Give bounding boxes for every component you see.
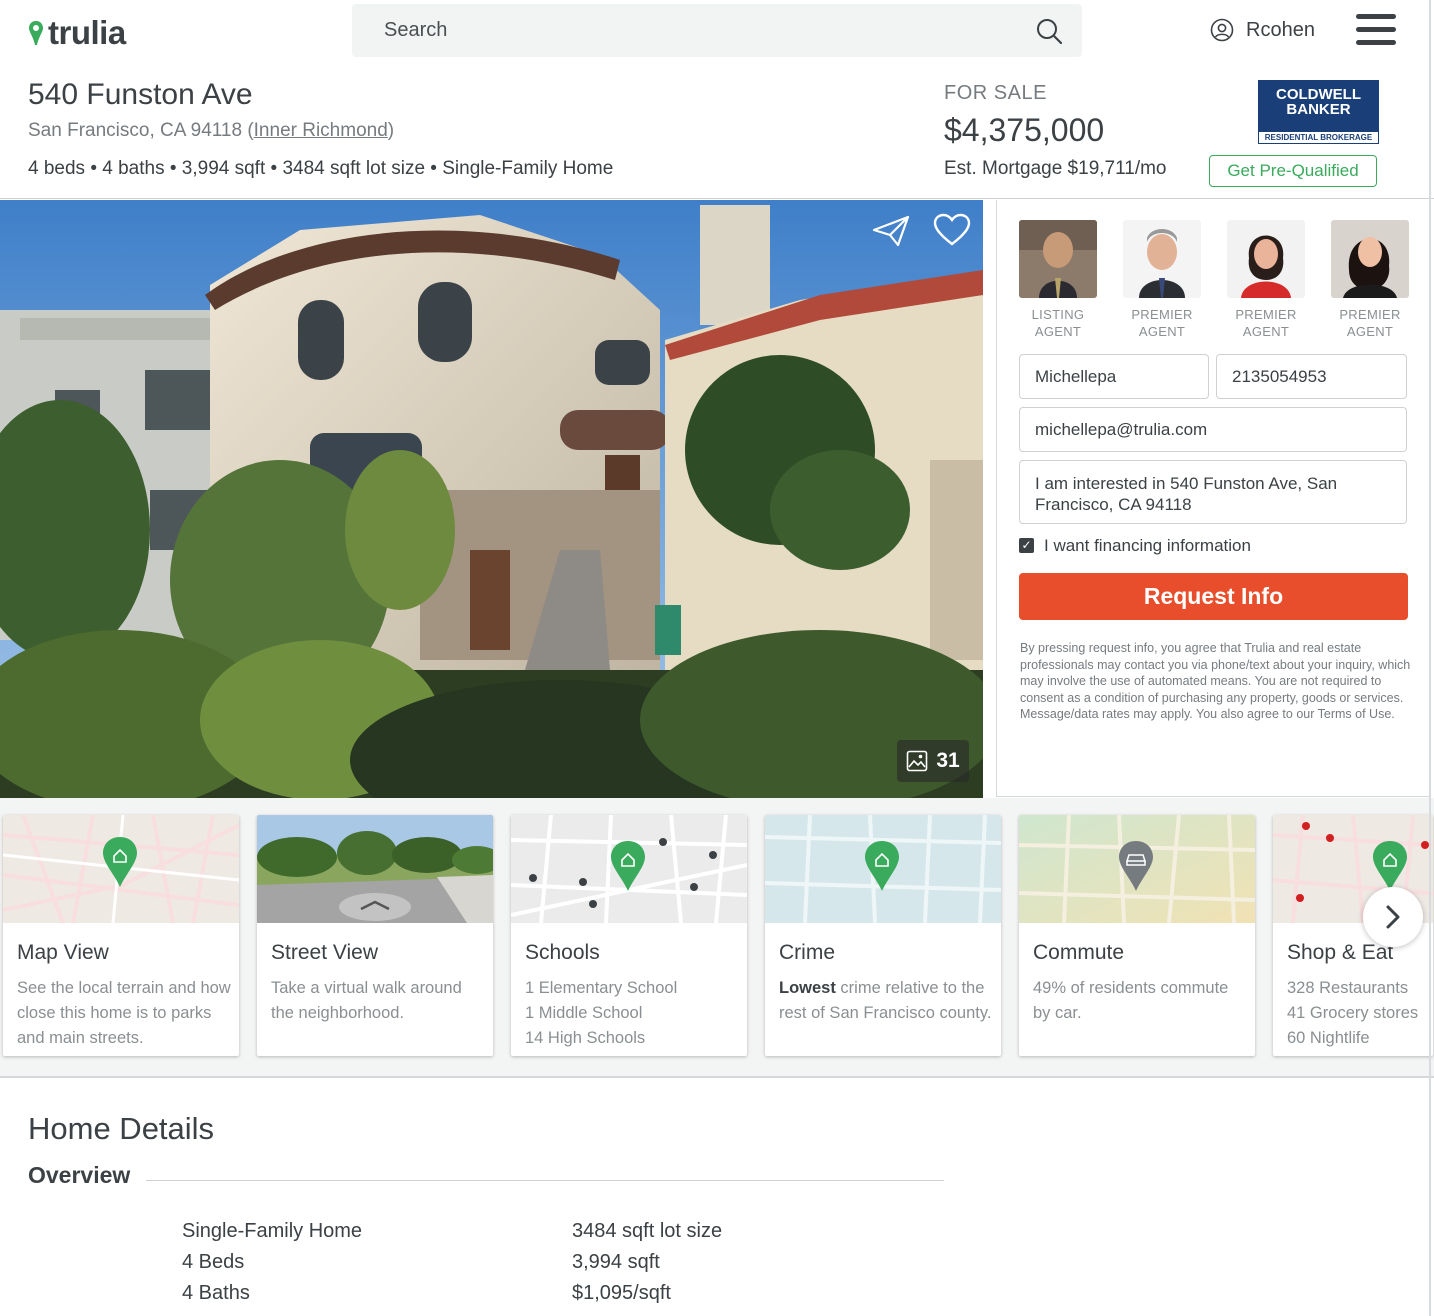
listing-status: FOR SALE xyxy=(944,82,1047,104)
share-icon[interactable] xyxy=(871,214,911,248)
agent-photo xyxy=(1331,220,1409,298)
name-field[interactable]: Michellepa xyxy=(1019,354,1209,399)
message-textarea[interactable]: I am interested in 540 Funston Ave, San … xyxy=(1019,460,1407,524)
heart-favorite-icon[interactable] xyxy=(933,213,971,247)
home-details-heading: Home Details xyxy=(28,1111,215,1146)
logo-text: trulia xyxy=(48,14,126,51)
overview-item: 4 Beds xyxy=(182,1251,245,1273)
search-bar[interactable]: Search xyxy=(352,4,1082,57)
card-description: 1 Elementary School 1 Middle School 14 H… xyxy=(525,979,678,1047)
schools-map-thumbnail xyxy=(511,815,747,923)
street-view-thumbnail xyxy=(257,815,493,923)
card-description: Take a virtual walk around the neighborh… xyxy=(271,979,462,1022)
overview-item: 4 Baths xyxy=(182,1282,250,1304)
financing-checkbox[interactable]: ✓ xyxy=(1019,538,1034,553)
agent-card[interactable]: PREMIER AGENT xyxy=(1227,220,1305,340)
house-photo xyxy=(0,200,983,798)
map-thumbnail xyxy=(3,815,239,923)
property-photo[interactable]: 31 xyxy=(0,200,983,798)
user-account[interactable]: Rcohen xyxy=(1210,18,1315,42)
commute-card[interactable]: Commute 49% of residents commute by car. xyxy=(1019,815,1255,1056)
card-description: 49% of residents commute by car. xyxy=(1033,979,1229,1022)
crime-map-thumbnail xyxy=(765,815,1001,923)
agent-photo xyxy=(1123,220,1201,298)
phone-field[interactable]: 2135054953 xyxy=(1216,354,1407,399)
search-icon[interactable] xyxy=(1034,16,1064,46)
page-border xyxy=(1429,0,1431,1316)
chevron-right-icon xyxy=(1386,905,1400,929)
agent-card[interactable]: LISTING AGENT xyxy=(1019,220,1097,340)
legal-disclaimer: By pressing request info, you agree that… xyxy=(1020,641,1411,721)
search-input[interactable]: Search xyxy=(384,19,447,42)
agent-photo xyxy=(1019,220,1097,298)
card-description: Lowest crime relative to the rest of San… xyxy=(779,979,992,1022)
property-facts: 4 beds • 4 baths • 3,994 sqft • 3484 sqf… xyxy=(28,158,614,179)
financing-checkbox-label: I want financing information xyxy=(1044,536,1251,555)
commute-map-thumbnail xyxy=(1019,815,1255,923)
listing-price: $4,375,000 xyxy=(944,112,1105,148)
divider xyxy=(0,198,1434,199)
gallery-icon xyxy=(907,750,928,772)
location-pin-icon xyxy=(29,21,43,45)
property-city: San Francisco, CA 94118 (Inner Richmond) xyxy=(28,120,395,141)
user-avatar-icon xyxy=(1210,18,1234,42)
overview-column-right: 3484 sqft lot size 3,994 sqft $1,095/sqf… xyxy=(572,1216,722,1309)
card-description: See the local terrain and how close this… xyxy=(17,979,231,1047)
get-prequalified-button[interactable]: Get Pre-Qualified xyxy=(1209,155,1377,187)
card-title: Commute xyxy=(1033,941,1125,964)
divider xyxy=(146,1180,944,1181)
schools-card[interactable]: Schools 1 Elementary School 1 Middle Sch… xyxy=(511,815,747,1056)
card-title: Street View xyxy=(271,941,378,964)
photo-count: 31 xyxy=(936,749,960,772)
neighborhood-link[interactable]: Inner Richmond xyxy=(254,120,388,141)
card-description: 328 Restaurants 41 Grocery stores 60 Nig… xyxy=(1287,979,1419,1047)
overview-item: $1,095/sqft xyxy=(572,1282,671,1304)
map-view-card[interactable]: Map View See the local terrain and how c… xyxy=(3,815,239,1056)
overview-column-left: Single-Family Home 4 Beds 4 Baths xyxy=(182,1216,362,1309)
overview-heading: Overview xyxy=(28,1162,131,1188)
photo-count-badge[interactable]: 31 xyxy=(897,740,969,782)
trulia-logo[interactable]: trulia xyxy=(28,14,126,52)
contact-agent-form: LISTING AGENT PREMIER AGENT PREMIER AGENT P… xyxy=(996,200,1430,797)
card-title: Crime xyxy=(779,941,835,964)
card-title: Schools xyxy=(525,941,600,964)
brokerage-logo: COLDWELL BANKER RESIDENTIAL BROKERAGE xyxy=(1258,80,1379,144)
card-title: Map View xyxy=(17,941,109,964)
email-field[interactable]: michellepa@trulia.com xyxy=(1019,407,1407,452)
agent-card[interactable]: PREMIER AGENT xyxy=(1123,220,1201,340)
username: Rcohen xyxy=(1246,18,1315,41)
crime-card[interactable]: Crime Lowest crime relative to the rest … xyxy=(765,815,1001,1056)
property-address: 540 Funston Ave xyxy=(28,78,253,111)
hamburger-menu-icon[interactable] xyxy=(1356,14,1396,48)
divider xyxy=(0,1076,1434,1078)
carousel-next-button[interactable] xyxy=(1363,887,1423,947)
overview-item: Single-Family Home xyxy=(182,1220,363,1242)
agent-photo xyxy=(1227,220,1305,298)
street-view-card[interactable]: Street View Take a virtual walk around t… xyxy=(257,815,493,1056)
agent-card[interactable]: PREMIER AGENT xyxy=(1331,220,1409,340)
request-info-button[interactable]: Request Info xyxy=(1019,573,1408,620)
estimated-mortgage: Est. Mortgage $19,711/mo xyxy=(944,158,1167,179)
overview-item: 3,994 sqft xyxy=(572,1251,660,1273)
overview-item: 3484 sqft lot size xyxy=(572,1220,723,1242)
